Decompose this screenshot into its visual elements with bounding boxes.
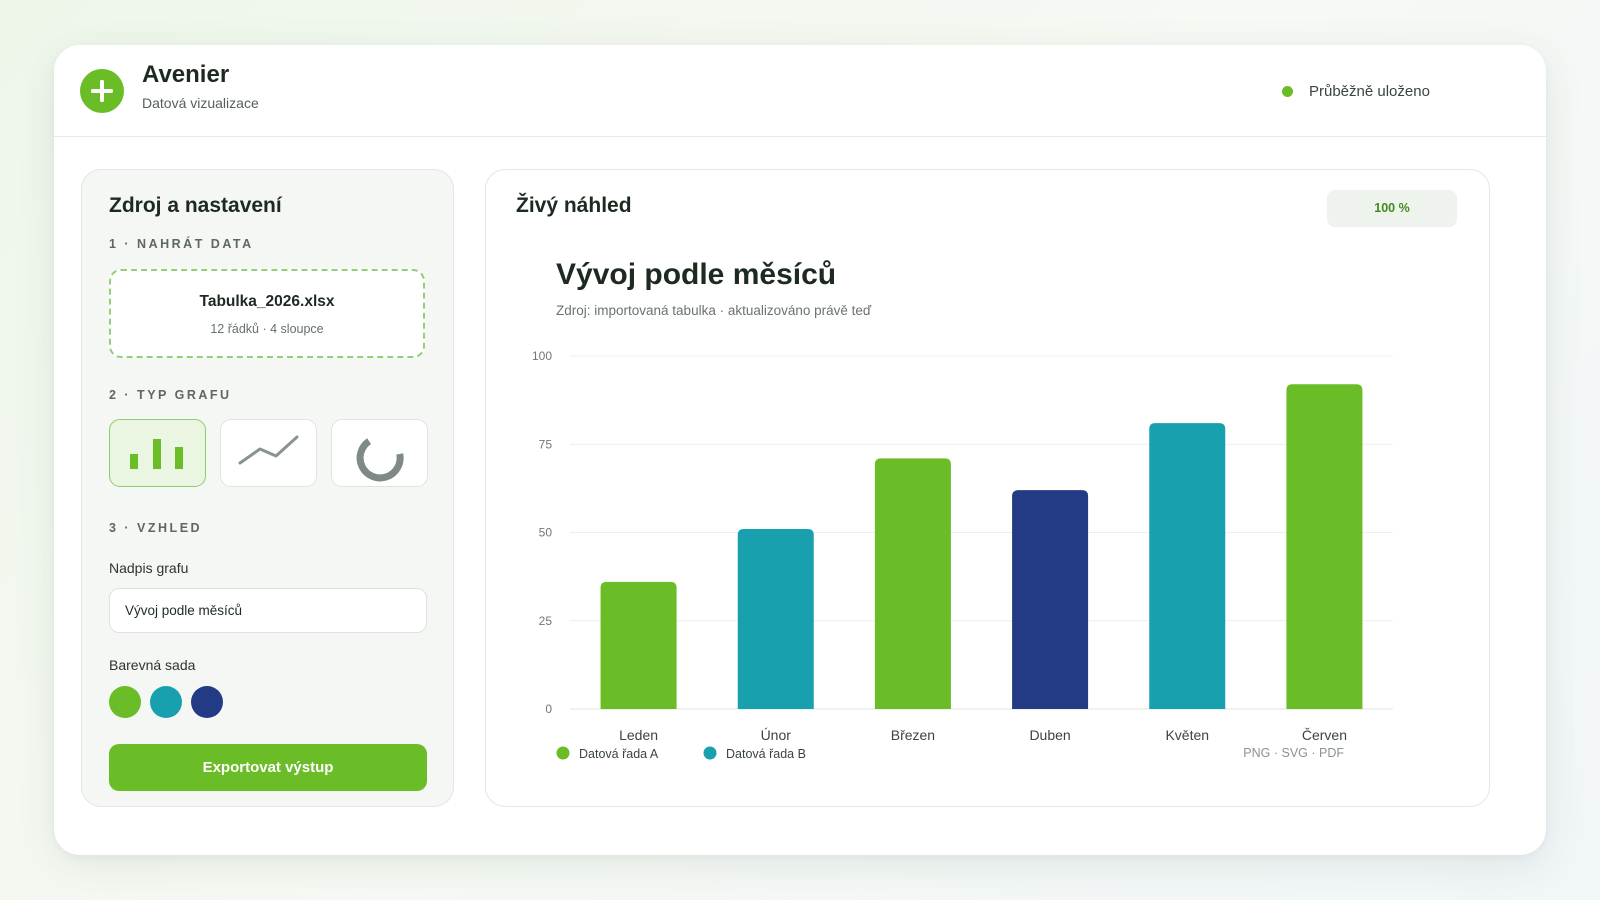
x-tick-label: Březen xyxy=(891,727,935,743)
file-name: Tabulka_2026.xlsx xyxy=(199,293,335,310)
chart-type-line-button[interactable] xyxy=(220,419,317,487)
file-dropzone[interactable]: Tabulka_2026.xlsx 12 řádků · 4 sloupce xyxy=(109,269,425,358)
plus-logo-icon xyxy=(80,69,124,113)
bar xyxy=(1149,423,1226,709)
file-meta: 12 řádků · 4 sloupce xyxy=(210,322,324,336)
swatch-navy[interactable] xyxy=(191,686,223,718)
preview-panel: Živý náhled 100 % Vývoj podle měsíců Zdr… xyxy=(485,169,1490,807)
y-tick-label: 0 xyxy=(545,702,552,716)
step-appearance-label: 3 · VZHLED xyxy=(109,521,203,535)
legend-label: Datová řada A xyxy=(579,747,659,761)
bar-chart-icon xyxy=(130,439,183,469)
legend-marker xyxy=(703,746,717,760)
legend-label: Datová řada B xyxy=(726,747,806,761)
x-tick-label: Duben xyxy=(1029,727,1070,743)
app-subtitle: Datová vizualizace xyxy=(142,95,259,111)
save-status-text: Průběžně uloženo xyxy=(1309,83,1430,100)
chart-title-field-label: Nadpis grafu xyxy=(109,560,189,576)
bar xyxy=(1012,490,1089,709)
settings-panel: Zdroj a nastavení 1 · NAHRÁT DATA Tabulk… xyxy=(81,169,454,807)
x-tick-label: Leden xyxy=(619,727,658,743)
y-tick-label: 75 xyxy=(539,437,553,451)
swatch-green[interactable] xyxy=(109,686,141,718)
app-title: Avenier xyxy=(142,61,230,88)
chart-title-input[interactable] xyxy=(109,588,427,633)
chart-type-bar-button[interactable] xyxy=(109,419,206,487)
save-status: Průběžně uloženo xyxy=(1282,83,1430,100)
status-dot-icon xyxy=(1282,86,1293,97)
y-tick-label: 50 xyxy=(539,526,553,540)
step-chart-type-label: 2 · TYP GRAFU xyxy=(109,388,232,402)
x-tick-label: Únor xyxy=(761,727,792,743)
y-tick-label: 100 xyxy=(532,349,552,363)
panel-title: Zdroj a nastavení xyxy=(109,194,282,217)
legend-marker xyxy=(556,746,570,760)
swatch-teal[interactable] xyxy=(150,686,182,718)
x-tick-label: Květen xyxy=(1165,727,1209,743)
y-tick-label: 25 xyxy=(539,614,553,628)
bar xyxy=(1286,384,1363,709)
bar xyxy=(737,528,814,709)
export-formats: PNG · SVG · PDF xyxy=(1243,746,1344,760)
export-button[interactable]: Exportovat výstup xyxy=(109,744,427,791)
bar xyxy=(600,581,677,709)
step-upload-label: 1 · NAHRÁT DATA xyxy=(109,237,254,251)
app-header: Avenier Datová vizualizace Průběžně ulož… xyxy=(54,45,1546,137)
donut-chart-icon xyxy=(356,438,404,482)
x-tick-label: Červen xyxy=(1302,727,1347,743)
palette-label: Barevná sada xyxy=(109,657,196,673)
chart-type-donut-button[interactable] xyxy=(331,419,428,487)
line-chart-icon xyxy=(238,435,299,465)
app-window: Avenier Datová vizualizace Průběžně ulož… xyxy=(54,45,1546,855)
bar xyxy=(874,458,951,709)
bar-chart: 0 25 50 75 100 Leden Únor Březen Duben Květen Červ… xyxy=(532,349,1393,761)
